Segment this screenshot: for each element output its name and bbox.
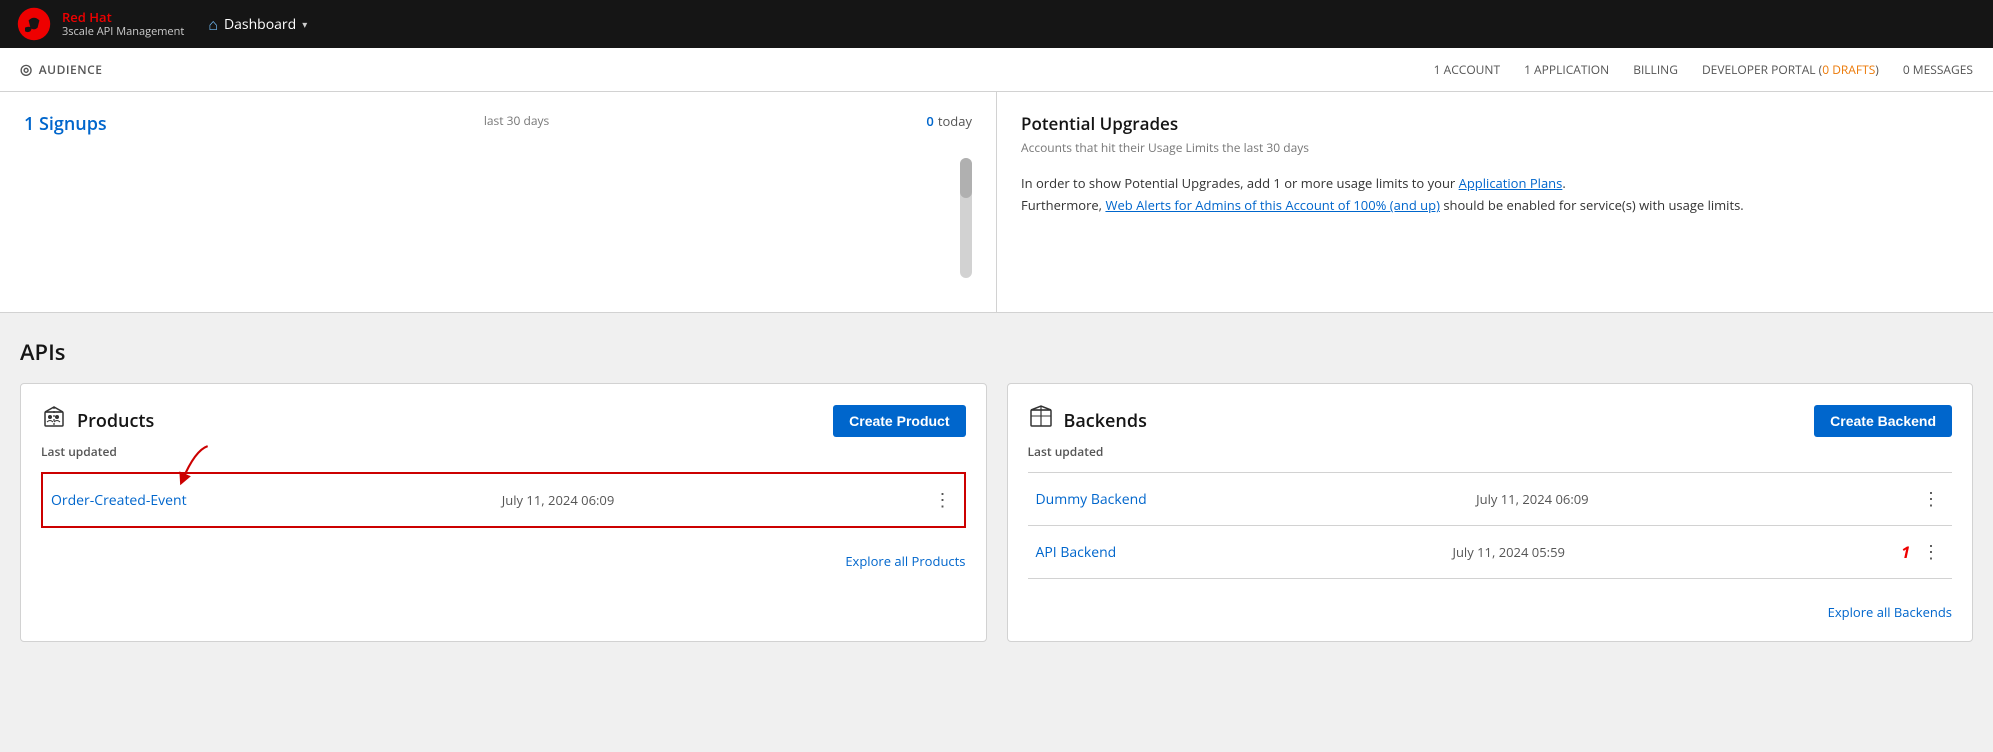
signups-today: 0 today [926, 112, 972, 130]
potential-upgrades-panel: Potential Upgrades Accounts that hit the… [997, 92, 1993, 312]
signups-panel: 1 Signups last 30 days 0 today [0, 92, 997, 312]
explore-all-products-link[interactable]: Explore all Products [845, 552, 965, 570]
products-card-title: Products [77, 409, 154, 433]
products-card-header: Products Create Product [41, 404, 966, 437]
audience-nav-items: 1 ACCOUNT 1 APPLICATION BILLING DEVELOPE… [1434, 61, 1973, 78]
products-cube-icon [41, 404, 67, 430]
audience-text: AUDIENCE [39, 61, 103, 78]
backend-kebab-api-icon[interactable]: ⋮ [1918, 538, 1944, 566]
signups-today-count: 0 [926, 112, 933, 130]
nav-accounts[interactable]: 1 ACCOUNT [1434, 61, 1500, 78]
main-content: 1 Signups last 30 days 0 today Potential… [0, 92, 1993, 666]
brand-redhat-label: Red Hat [62, 10, 184, 26]
nav-applications[interactable]: 1 APPLICATION [1524, 61, 1609, 78]
audience-label: ◎ AUDIENCE [20, 60, 102, 79]
brand-text: Red Hat 3scale API Management [62, 10, 184, 39]
backends-card-header: Backends Create Backend [1028, 404, 1953, 437]
redhat-logo-icon [16, 6, 52, 42]
nav-developer-portal[interactable]: DEVELOPER PORTAL (0 DRAFTS) [1702, 61, 1879, 78]
home-icon: ⌂ [208, 13, 218, 35]
backend-kebab-dummy-icon[interactable]: ⋮ [1918, 485, 1944, 513]
backend-actions-api: 1 ⋮ [1901, 538, 1944, 566]
chevron-down-icon: ▾ [302, 17, 307, 31]
potential-upgrades-title: Potential Upgrades [1021, 112, 1969, 135]
backend-list-item-dummy: Dummy Backend July 11, 2024 06:09 ⋮ [1028, 472, 1953, 526]
backend-date-api: July 11, 2024 05:59 [1116, 543, 1901, 561]
dashboard-nav-item[interactable]: ⌂ Dashboard ▾ [208, 13, 307, 35]
products-title-row: Products [41, 404, 154, 437]
application-plans-link[interactable]: Application Plans [1459, 174, 1563, 192]
potential-upgrades-body: In order to show Potential Upgrades, add… [1021, 172, 1969, 216]
backend-list-item-api: API Backend July 11, 2024 05:59 1 ⋮ [1028, 526, 1953, 579]
products-icon [41, 404, 67, 437]
potential-body-line1: In order to show Potential Upgrades, add… [1021, 174, 1455, 192]
signups-header: 1 Signups last 30 days 0 today [24, 112, 972, 136]
explore-all-backends-link[interactable]: Explore all Backends [1828, 603, 1952, 621]
signups-today-label: today [938, 112, 972, 130]
chart-area [24, 148, 972, 288]
backend-name-api[interactable]: API Backend [1036, 543, 1117, 562]
top-panels: 1 Signups last 30 days 0 today Potential… [0, 92, 1993, 313]
nav-messages[interactable]: 0 MESSAGES [1903, 61, 1973, 78]
backend-actions-dummy: ⋮ [1918, 485, 1944, 513]
signups-period: last 30 days [484, 112, 549, 129]
potential-upgrades-subtitle: Accounts that hit their Usage Limits the… [1021, 139, 1969, 156]
backend-date-dummy: July 11, 2024 06:09 [1147, 490, 1918, 508]
explore-all-products-row: Explore all Products [41, 536, 966, 570]
web-alerts-link[interactable]: Web Alerts for Admins of this Account of… [1105, 196, 1439, 214]
potential-body-period: . [1562, 174, 1565, 192]
backend-name-dummy[interactable]: Dummy Backend [1036, 490, 1147, 509]
backends-box-icon [1028, 404, 1054, 430]
potential-body-line2-start: Furthermore, [1021, 196, 1102, 214]
apis-section: APIs [0, 313, 1993, 666]
apis-panels: Products Create Product Last updated [20, 383, 1973, 642]
chart-scrollbar[interactable] [960, 158, 972, 278]
audience-bar: ◎ AUDIENCE 1 ACCOUNT 1 APPLICATION BILLI… [0, 48, 1993, 92]
backends-icon [1028, 404, 1054, 437]
create-backend-button[interactable]: Create Backend [1814, 405, 1952, 437]
product-name-order-created[interactable]: Order-Created-Event [51, 491, 187, 510]
explore-all-backends-row: Explore all Backends [1028, 587, 1953, 621]
signups-title[interactable]: 1 Signups [24, 112, 107, 136]
backends-title-row: Backends [1028, 404, 1147, 437]
create-product-button[interactable]: Create Product [833, 405, 965, 437]
top-navigation: Red Hat 3scale API Management ⌂ Dashboar… [0, 0, 1993, 48]
brand-product-label: 3scale API Management [62, 25, 184, 38]
potential-body-line2-end: should be enabled for service(s) with us… [1443, 196, 1743, 214]
product-actions-order-created: ⋮ [930, 486, 956, 514]
backends-last-updated-label: Last updated [1028, 443, 1953, 460]
backends-card: Backends Create Backend Last updated Dum… [1007, 383, 1974, 642]
dashboard-label: Dashboard [224, 15, 296, 34]
product-kebab-menu-icon[interactable]: ⋮ [930, 486, 956, 514]
nav-drafts-count: 0 DRAFTS [1822, 61, 1875, 78]
nav-billing[interactable]: BILLING [1633, 61, 1678, 78]
backends-card-title: Backends [1064, 409, 1147, 433]
chart-scrollbar-thumb [960, 158, 972, 198]
apis-title: APIs [20, 337, 1973, 367]
brand-logo-area: Red Hat 3scale API Management [16, 6, 184, 42]
target-icon: ◎ [20, 60, 33, 79]
product-list-item-order-created: Order-Created-Event July 11, 2024 06:09 … [41, 472, 966, 528]
products-card: Products Create Product Last updated [20, 383, 987, 642]
arrow-annotation-container: Order-Created-Event July 11, 2024 06:09 … [41, 472, 966, 528]
products-last-updated-label: Last updated [41, 443, 966, 460]
product-date-order-created: July 11, 2024 06:09 [187, 491, 930, 509]
backend-alert-badge: 1 [1901, 541, 1910, 563]
